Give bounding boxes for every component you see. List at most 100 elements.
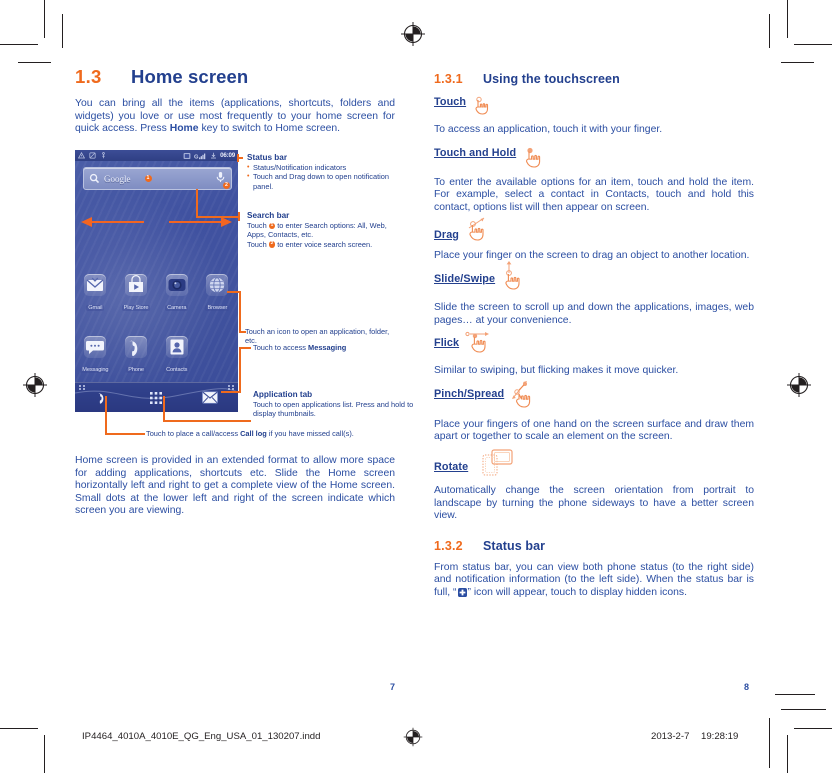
app-gmail[interactable]: Gmail <box>75 274 116 314</box>
hand-flick-icon <box>465 328 499 359</box>
outro-paragraph: Home screen is provided in an extended f… <box>75 455 395 517</box>
app-label: Phone <box>126 367 146 373</box>
dock-items <box>75 383 238 412</box>
callout-bullets: Status/Notification indicators Touch and… <box>247 163 407 191</box>
status-right-icons: G 06:09 <box>183 152 235 160</box>
crop-mark-br2-v <box>769 718 770 768</box>
gmail-icon[interactable] <box>84 274 107 296</box>
bullet: Touch and Drag down to open notification… <box>247 172 407 191</box>
microphone-icon[interactable] <box>215 171 226 183</box>
app-phone[interactable]: Phone <box>116 336 157 376</box>
left-column-outro: Home screen is provided in an extended f… <box>75 455 395 527</box>
registration-mark-left <box>22 372 48 398</box>
search-marker-2: 2 <box>223 181 230 189</box>
gesture-text: Place your finger on the screen to drag … <box>434 250 750 262</box>
search-marker-1: 1 <box>144 175 152 182</box>
callout-line-1: Touch 1 to enter Search options: All, We… <box>247 221 387 240</box>
download-icon <box>211 152 217 159</box>
leader-search-vertical <box>196 189 198 217</box>
gesture-slide-swipe: Slide/Swipe <box>434 260 754 296</box>
print-filename: IP4464_4010A_4010E_QG_Eng_USA_01_130207.… <box>82 731 321 742</box>
app-label: Contacts <box>164 367 190 373</box>
crop-mark-tr2-v <box>769 14 770 48</box>
contacts-icon[interactable] <box>165 336 188 358</box>
usb-icon <box>102 152 105 159</box>
gesture-text: Slide the screen to scroll up and down t… <box>434 301 754 326</box>
crop-mark-bl-h <box>0 728 38 729</box>
gesture-flick: Flick <box>434 332 754 359</box>
gesture-text: To enter the available options for an it… <box>434 176 754 213</box>
section-title: Home screen <box>131 66 249 87</box>
app-messaging[interactable]: Messaging <box>75 336 116 376</box>
dock-envelope-icon[interactable] <box>202 391 219 404</box>
manual-page: 1.3 Home screen You can bring all the it… <box>0 0 832 773</box>
hand-touch-icon <box>472 96 496 121</box>
registration-mark-top <box>400 21 426 47</box>
plus-badge-icon <box>457 587 467 602</box>
section-title: Status bar <box>483 538 546 553</box>
phone-status-bar: G 06:09 <box>75 150 238 161</box>
warning-triangle-icon <box>78 152 85 159</box>
leader-calllog-h <box>105 433 145 435</box>
crop-mark-br-v <box>787 735 788 773</box>
status-bar-paragraph: From status bar, you can view both phone… <box>434 562 754 602</box>
callout-text: Touch to place a call/access Call log if… <box>146 429 354 438</box>
gesture-text: To access an application, touch it with … <box>434 124 663 135</box>
app-contacts[interactable]: Contacts <box>156 336 197 376</box>
status-clock: 06:09 <box>220 152 235 159</box>
crop-mark-br-h <box>794 728 832 729</box>
google-search-bar[interactable]: Google 1 2 <box>83 167 232 190</box>
play-store-icon[interactable] <box>125 274 148 296</box>
sim-card-icon <box>89 152 96 159</box>
hand-touch-hold-icon <box>522 147 548 174</box>
callout-title: Status bar <box>247 153 288 162</box>
leader-search-horizontal <box>196 216 240 218</box>
messaging-icon[interactable] <box>84 336 107 358</box>
camera-icon[interactable] <box>165 274 188 296</box>
leader-apptab-h <box>163 420 251 422</box>
callout-status-bar: Status bar Status/Notification indicator… <box>247 153 407 191</box>
app-browser[interactable]: Browser <box>197 274 238 314</box>
left-column: 1.3 Home screen You can bring all the it… <box>75 66 395 145</box>
gesture-text: Place your fingers of one hand on the sc… <box>434 418 754 443</box>
app-row-1: Gmail Play Store Camera Browser <box>75 274 238 314</box>
crop-mark-br2-h <box>781 709 826 710</box>
leader-messaging-bottom <box>221 391 241 393</box>
phone-dock <box>75 382 238 412</box>
crop-mark-tl-v <box>44 0 45 38</box>
dock-app-grid-icon[interactable] <box>149 391 163 405</box>
screenshot-icon <box>183 152 191 159</box>
gesture-touch-and-hold: Touch and Hold <box>434 147 754 174</box>
gesture-name: Rotate <box>434 460 469 473</box>
page-number-left: 7 <box>390 682 396 692</box>
callout-messaging: Touch to access Messaging <box>253 343 411 352</box>
print-time: 19:28:19 <box>701 731 739 742</box>
phone-screenshot: G 06:09 Google 1 2 Gmail Play Store Came… <box>75 150 238 412</box>
app-camera[interactable]: Camera <box>156 274 197 314</box>
callout-text: Touch to open applications list. Press a… <box>253 400 414 419</box>
phone-handset-icon[interactable] <box>125 336 148 358</box>
browser-icon[interactable] <box>206 274 229 296</box>
section-number: 1.3.1 <box>434 72 463 86</box>
registration-mark-right <box>786 372 812 398</box>
app-label: Play Store <box>121 305 151 311</box>
section-number: 1.3 <box>75 66 102 87</box>
callout-search-bar: Search bar Touch 1 to enter Search optio… <box>247 211 402 249</box>
gesture-name: Touch <box>434 96 467 108</box>
callout-line-2: Touch 2 to enter voice search screen. <box>247 239 373 249</box>
dock-phone-icon[interactable] <box>95 390 110 405</box>
gesture-pinch-spread: Pinch/Spread <box>434 380 754 413</box>
app-play-store[interactable]: Play Store <box>116 274 157 314</box>
gesture-name: Pinch/Spread <box>434 387 505 400</box>
print-date: 2013-2-7 <box>651 731 690 742</box>
section-heading-1-3-1: 1.3.1 Using the touchscreen <box>434 72 754 86</box>
section-number: 1.3.2 <box>434 538 463 553</box>
swipe-left-arrow <box>81 217 144 227</box>
crop-mark-br3-h <box>775 694 815 695</box>
google-logo-text: Google <box>104 173 131 184</box>
magnifier-icon[interactable] <box>89 173 100 184</box>
svg-text:G: G <box>194 154 199 160</box>
gesture-drag: Drag <box>434 217 754 247</box>
app-row-2: Messaging Phone Contacts <box>75 336 238 376</box>
leader-calllog-v <box>105 396 107 434</box>
